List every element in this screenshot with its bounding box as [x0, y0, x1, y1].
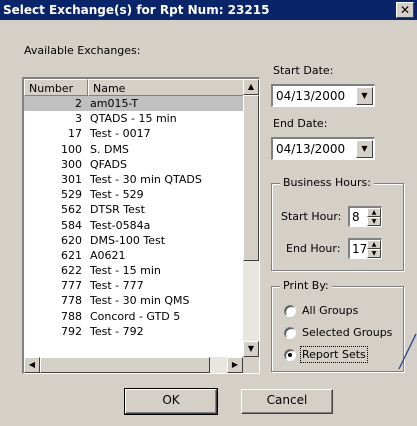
- list-item[interactable]: 621 A0621: [24, 248, 243, 263]
- list-item[interactable]: 622 Test - 15 min: [24, 263, 243, 278]
- list-item[interactable]: 620 DMS-100 Test: [24, 233, 243, 248]
- list-item[interactable]: 792 Test - 792: [24, 324, 243, 339]
- available-exchanges-label: Available Exchanges:: [24, 44, 141, 57]
- chevron-down-icon[interactable]: ▼: [356, 87, 373, 105]
- scroll-up-button[interactable]: ▲: [243, 79, 259, 95]
- scrollbar-corner: [243, 357, 259, 373]
- radio-label: Selected Groups: [302, 326, 393, 339]
- connector-line: [398, 333, 417, 370]
- exchange-number: 778: [61, 294, 82, 308]
- radio-button[interactable]: [284, 349, 296, 361]
- start-hour-down-icon[interactable]: ▼: [367, 217, 381, 226]
- exchange-number: 584: [61, 218, 82, 232]
- print-by-legend: Print By:: [280, 279, 332, 292]
- exchange-name: Test - 30 min QMS: [90, 294, 190, 308]
- end-date-combo[interactable]: 04/13/2000 ▼: [271, 137, 375, 160]
- exchange-number: 792: [61, 324, 82, 338]
- list-item[interactable]: 100 S. DMS: [24, 142, 243, 157]
- list-item[interactable]: 300 QFADS: [24, 157, 243, 172]
- list-item[interactable]: 2 am015-T: [24, 96, 243, 112]
- start-hour-up-icon[interactable]: ▲: [367, 208, 381, 217]
- list-item[interactable]: 788 Concord - GTD 5: [24, 309, 243, 324]
- exchange-name: Test-0584a: [90, 218, 151, 232]
- end-hour-stepper[interactable]: 17 ▲ ▼: [348, 238, 382, 259]
- scroll-right-button[interactable]: ▶: [227, 357, 243, 373]
- start-hour-value: 8: [352, 210, 360, 224]
- start-date-value: 04/13/2000: [276, 89, 346, 103]
- exchange-number: 300: [61, 157, 82, 171]
- column-header-name[interactable]: Name: [88, 79, 244, 96]
- start-hour-label: Start Hour:: [281, 210, 342, 223]
- exchange-rows: 2 am015-T 3 QTADS - 15 min 17 Test - 0017 100 S…: [24, 96, 243, 352]
- end-hour-value: 17: [352, 242, 368, 256]
- exchange-name: Test - 792: [90, 324, 144, 338]
- exchange-number: 562: [61, 203, 82, 217]
- list-item[interactable]: 584 Test-0584a: [24, 218, 243, 233]
- list-item[interactable]: 301 Test - 30 min QTADS: [24, 172, 243, 187]
- exchange-name: am015-T: [90, 97, 139, 110]
- print-by-group: Print By: All Groups Selected Groups Rep…: [271, 279, 404, 372]
- column-header-number[interactable]: Number: [24, 79, 88, 96]
- exchange-name: A0621: [90, 248, 126, 262]
- business-hours-group: Business Hours: Start Hour: 8 ▲ ▼ End Ho…: [271, 176, 404, 271]
- end-hour-down-icon[interactable]: ▼: [367, 249, 381, 258]
- exchange-name: QFADS: [90, 157, 127, 171]
- exchange-number: 620: [61, 233, 82, 247]
- scroll-down-button[interactable]: ▼: [243, 341, 259, 357]
- exchange-name: QTADS - 15 min: [90, 112, 177, 126]
- horizontal-scrollbar[interactable]: ◀ ▶: [24, 357, 243, 373]
- exchange-name: Test - 30 min QTADS: [90, 172, 202, 186]
- cancel-button[interactable]: Cancel: [241, 389, 333, 414]
- exchange-name: Test - 529: [90, 188, 144, 202]
- exchange-name: Test - 0017: [90, 127, 151, 141]
- list-item[interactable]: 17 Test - 0017: [24, 126, 243, 141]
- exchange-number: 621: [61, 248, 82, 262]
- exchange-list[interactable]: Number Name 2 am015-T 3 QTADS - 15 min 17 Tes…: [22, 77, 260, 374]
- exchange-number: 17: [68, 127, 82, 141]
- start-date-label: Start Date:: [273, 64, 334, 77]
- exchange-number: 529: [61, 188, 82, 202]
- end-date-value: 04/13/2000: [276, 142, 346, 156]
- exchange-name: S. DMS: [90, 142, 129, 156]
- close-button[interactable]: ✕: [396, 2, 414, 18]
- exchange-name: DTSR Test: [90, 203, 145, 217]
- ok-button[interactable]: OK: [124, 388, 218, 415]
- exchange-name: Concord - GTD 5: [90, 309, 181, 323]
- exchange-number: 777: [61, 279, 82, 293]
- radio-label: Report Sets: [300, 346, 368, 363]
- chevron-down-icon[interactable]: ▼: [356, 140, 373, 158]
- exchange-name: Test - 15 min: [90, 264, 161, 278]
- exchange-number: 2: [75, 97, 82, 110]
- end-hour-up-icon[interactable]: ▲: [367, 240, 381, 249]
- end-hour-label: End Hour:: [286, 242, 341, 255]
- start-date-combo[interactable]: 04/13/2000 ▼: [271, 84, 375, 107]
- radio-button[interactable]: [284, 305, 296, 317]
- exchange-name: DMS-100 Test: [90, 233, 166, 247]
- exchange-number: 788: [61, 309, 82, 323]
- radio-label: All Groups: [302, 304, 359, 317]
- list-item[interactable]: 778 Test - 30 min QMS: [24, 293, 243, 308]
- exchange-number: 100: [61, 142, 82, 156]
- vertical-scroll-thumb[interactable]: [243, 95, 259, 261]
- exchange-number: 3: [75, 112, 82, 126]
- exchange-number: 622: [61, 264, 82, 278]
- list-item[interactable]: 529 Test - 529: [24, 187, 243, 202]
- start-hour-stepper[interactable]: 8 ▲ ▼: [348, 206, 382, 227]
- title-bar: Select Exchange(s) for Rpt Num: 23215 ✕: [0, 0, 417, 20]
- end-date-label: End Date:: [273, 117, 328, 130]
- radio-button[interactable]: [284, 327, 296, 339]
- list-item[interactable]: 777 Test - 777: [24, 278, 243, 293]
- horizontal-scroll-thumb[interactable]: [40, 357, 210, 373]
- business-hours-legend: Business Hours:: [280, 176, 374, 189]
- scroll-left-button[interactable]: ◀: [24, 357, 40, 373]
- list-item[interactable]: 562 DTSR Test: [24, 202, 243, 217]
- list-item[interactable]: 3 QTADS - 15 min: [24, 111, 243, 126]
- window-title: Select Exchange(s) for Rpt Num: 23215: [3, 3, 270, 17]
- exchange-number: 301: [61, 172, 82, 186]
- exchange-name: Test - 777: [90, 279, 144, 293]
- vertical-scrollbar[interactable]: ▲ ▼: [243, 79, 259, 357]
